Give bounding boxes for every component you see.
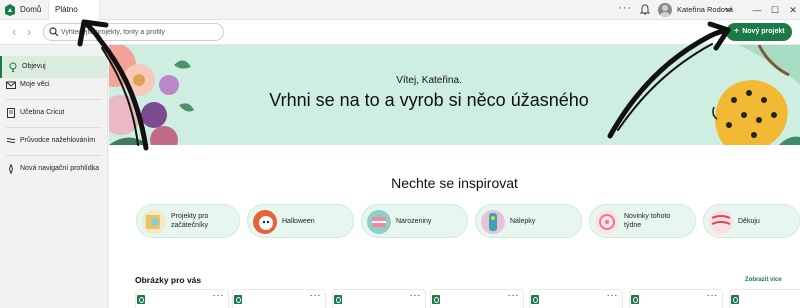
cricut-badge-icon xyxy=(631,295,639,304)
sidebar-item-label: Průvodce nažehlováním xyxy=(20,137,96,144)
chip-thank-you[interactable]: Děkuju xyxy=(703,204,800,238)
sidebar: Objevuj Moje věci Učebna Cricut Průvodce… xyxy=(0,45,108,308)
cricut-badge-icon xyxy=(731,295,739,304)
thank-you-thumbnail xyxy=(709,210,733,234)
more-options-icon[interactable]: ··· xyxy=(607,290,619,302)
envelope-icon xyxy=(6,81,16,89)
chip-label: Projekty pro začátečníky xyxy=(171,213,209,229)
inspire-heading: Nechte se inspirovat xyxy=(391,175,518,191)
image-card[interactable]: ··· xyxy=(135,289,229,308)
chip-label: Nálepky xyxy=(510,217,536,225)
new-project-label: Nový projekt xyxy=(742,28,785,35)
plus-icon: + xyxy=(733,26,740,37)
new-this-week-thumbnail xyxy=(595,210,619,234)
cricut-badge-icon xyxy=(531,295,539,304)
more-options-icon[interactable]: ··· xyxy=(410,290,422,302)
more-options-icon[interactable]: ··· xyxy=(310,290,322,302)
sidebar-divider xyxy=(6,99,101,100)
cricut-logo-icon xyxy=(5,4,15,16)
tab-canvas[interactable]: Plátno xyxy=(48,0,100,20)
sidebar-item-label: Moje věci xyxy=(20,81,50,88)
search-icon xyxy=(49,27,59,37)
chip-halloween[interactable]: Halloween xyxy=(247,204,354,238)
sidebar-item-label: Učebna Cricut xyxy=(20,109,65,116)
main-content: Vítej, Kateřina. Vrhni se na to a vyrob … xyxy=(109,45,800,308)
tab-home[interactable]: Domů xyxy=(20,0,48,20)
compass-icon xyxy=(8,164,14,174)
search-box[interactable] xyxy=(43,23,224,41)
image-card[interactable]: ··· xyxy=(729,289,800,308)
image-card[interactable]: ··· xyxy=(629,289,723,308)
cricut-badge-icon xyxy=(137,295,145,304)
image-card[interactable]: ··· xyxy=(232,289,326,308)
chip-new-this-week[interactable]: Novinky tohoto týdne xyxy=(589,204,696,238)
cricut-badge-icon xyxy=(432,295,440,304)
chip-label: Novinky tohoto týdne xyxy=(624,213,671,229)
chevron-down-icon[interactable] xyxy=(725,5,733,15)
sidebar-divider xyxy=(6,155,101,156)
more-options-icon[interactable]: ··· xyxy=(213,290,225,302)
image-card[interactable]: ··· xyxy=(332,289,426,308)
leopard-illustration xyxy=(712,45,800,145)
chip-label: Narozeniny xyxy=(396,217,432,225)
image-card[interactable]: ··· xyxy=(529,289,623,308)
image-card[interactable]: ··· xyxy=(430,289,524,308)
chip-label: Děkuju xyxy=(738,217,760,225)
search-input[interactable] xyxy=(61,25,219,39)
sidebar-item-my-stuff[interactable]: Moje věci xyxy=(0,74,107,96)
more-options-icon[interactable]: ··· xyxy=(707,290,719,302)
chip-label: Halloween xyxy=(282,217,315,225)
avatar[interactable] xyxy=(658,3,672,17)
bell-icon[interactable] xyxy=(640,4,650,16)
hero-title: Vrhni se na to a vyrob si něco úžasného xyxy=(269,90,589,110)
chip-birthday[interactable]: Narozeniny xyxy=(361,204,468,238)
sidebar-divider xyxy=(6,127,101,128)
more-options-icon[interactable]: ··· xyxy=(508,290,520,302)
chip-beginner-projects[interactable]: Projekty pro začátečníky xyxy=(136,204,240,238)
back-arrow-icon[interactable]: ‹ xyxy=(12,23,16,41)
title-bar: Domů Plátno ··· Kateřina Rodová — ☐ ✕ xyxy=(0,0,800,20)
birthday-thumbnail xyxy=(367,210,391,234)
show-more-link[interactable]: Zobrazit více xyxy=(745,277,782,283)
cricut-badge-icon xyxy=(334,295,342,304)
chip-stickers[interactable]: Nálepky xyxy=(475,204,582,238)
halloween-thumbnail xyxy=(253,210,277,234)
cricut-badge-icon xyxy=(234,295,242,304)
sidebar-item-navigation-tour[interactable]: Nová navigační prohlídka xyxy=(0,158,107,180)
new-project-button[interactable]: + Nový projekt xyxy=(726,23,792,41)
toolbar: ‹ › +Nový projekt xyxy=(0,20,800,45)
close-button[interactable]: ✕ xyxy=(784,0,800,20)
more-options-icon[interactable]: ··· xyxy=(618,2,632,14)
forward-arrow-icon[interactable]: › xyxy=(27,23,31,41)
lightbulb-icon xyxy=(9,62,17,72)
sidebar-item-heat-guide[interactable]: Průvodce nažehlováním xyxy=(0,130,107,152)
heat-press-icon xyxy=(6,137,16,144)
hero-greeting: Vítej, Kateřina. xyxy=(396,75,462,86)
sidebar-item-cricut-classroom[interactable]: Učebna Cricut xyxy=(0,102,107,124)
minimize-button[interactable]: — xyxy=(748,0,766,20)
notebook-icon xyxy=(7,108,15,118)
beginner-projects-thumbnail xyxy=(142,210,166,234)
maximize-button[interactable]: ☐ xyxy=(766,0,784,20)
for-you-heading: Obrázky pro vás xyxy=(135,275,202,285)
stickers-thumbnail xyxy=(481,210,505,234)
sidebar-item-label: Nová navigační prohlídka xyxy=(20,165,99,172)
hero-banner: Vítej, Kateřina. Vrhni se na to a vyrob … xyxy=(109,45,800,145)
